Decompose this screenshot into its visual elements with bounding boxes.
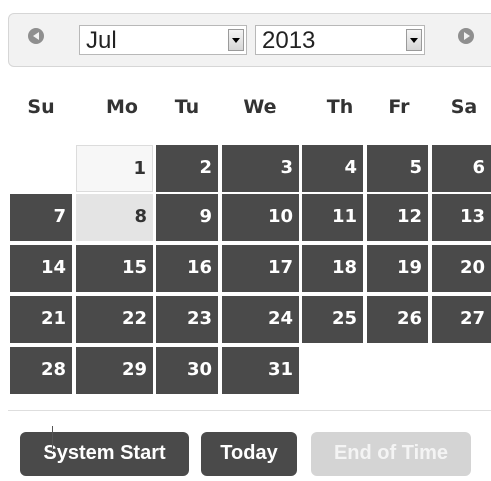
chevron-down-icon[interactable]: [406, 29, 422, 51]
weekday-mo: Mo: [106, 96, 138, 118]
weekday-fr: Fr: [388, 96, 410, 118]
day-cell[interactable]: 29: [76, 347, 153, 394]
day-cell[interactable]: 15: [76, 245, 153, 292]
weekday-sa: Sa: [450, 96, 478, 118]
day-cell[interactable]: 28: [10, 347, 72, 394]
divider: [8, 410, 491, 411]
day-cell[interactable]: 23: [156, 296, 218, 343]
day-cell[interactable]: 13: [432, 194, 491, 241]
day-cell-today[interactable]: 8: [76, 194, 153, 241]
weekday-th: Th: [326, 96, 354, 118]
day-cell[interactable]: 4: [302, 145, 363, 192]
next-month-button[interactable]: [458, 28, 480, 50]
day-cell[interactable]: 2: [156, 145, 218, 192]
day-cell[interactable]: 26: [367, 296, 428, 343]
weekday-we: We: [243, 96, 277, 118]
system-start-button[interactable]: System Start: [20, 432, 189, 476]
day-cell[interactable]: 16: [156, 245, 218, 292]
day-cell[interactable]: 25: [302, 296, 363, 343]
day-cell[interactable]: 6: [432, 145, 491, 192]
month-select[interactable]: Jul: [79, 25, 247, 55]
day-cell[interactable]: 22: [76, 296, 153, 343]
day-cell[interactable]: 20: [432, 245, 491, 292]
weekday-su: Su: [27, 96, 55, 118]
day-cell[interactable]: 27: [432, 296, 491, 343]
year-select[interactable]: 2013: [255, 25, 425, 55]
text-cursor: [52, 426, 53, 452]
day-cell[interactable]: 12: [367, 194, 428, 241]
chevron-down-icon[interactable]: [228, 29, 244, 51]
day-cell[interactable]: 3: [222, 145, 299, 192]
year-value: 2013: [262, 27, 316, 54]
day-cell[interactable]: 5: [367, 145, 428, 192]
month-value: Jul: [86, 27, 117, 54]
day-cell[interactable]: 10: [222, 194, 299, 241]
day-cell[interactable]: 14: [10, 245, 72, 292]
day-cell[interactable]: 19: [367, 245, 428, 292]
prev-month-button[interactable]: [28, 28, 50, 50]
weekday-tu: Tu: [174, 96, 200, 118]
calendar-header: Jul 2013: [8, 13, 491, 67]
day-cell[interactable]: 31: [222, 347, 299, 394]
day-cell[interactable]: 24: [222, 296, 299, 343]
today-button[interactable]: Today: [201, 432, 297, 476]
day-cell[interactable]: 1: [76, 145, 153, 192]
day-cell[interactable]: 7: [10, 194, 72, 241]
day-cell[interactable]: 18: [302, 245, 363, 292]
day-cell[interactable]: 17: [222, 245, 299, 292]
day-cell[interactable]: 21: [10, 296, 72, 343]
day-cell[interactable]: 9: [156, 194, 218, 241]
day-cell[interactable]: 30: [156, 347, 218, 394]
end-of-time-button: End of Time: [311, 432, 471, 476]
day-cell[interactable]: 11: [302, 194, 363, 241]
